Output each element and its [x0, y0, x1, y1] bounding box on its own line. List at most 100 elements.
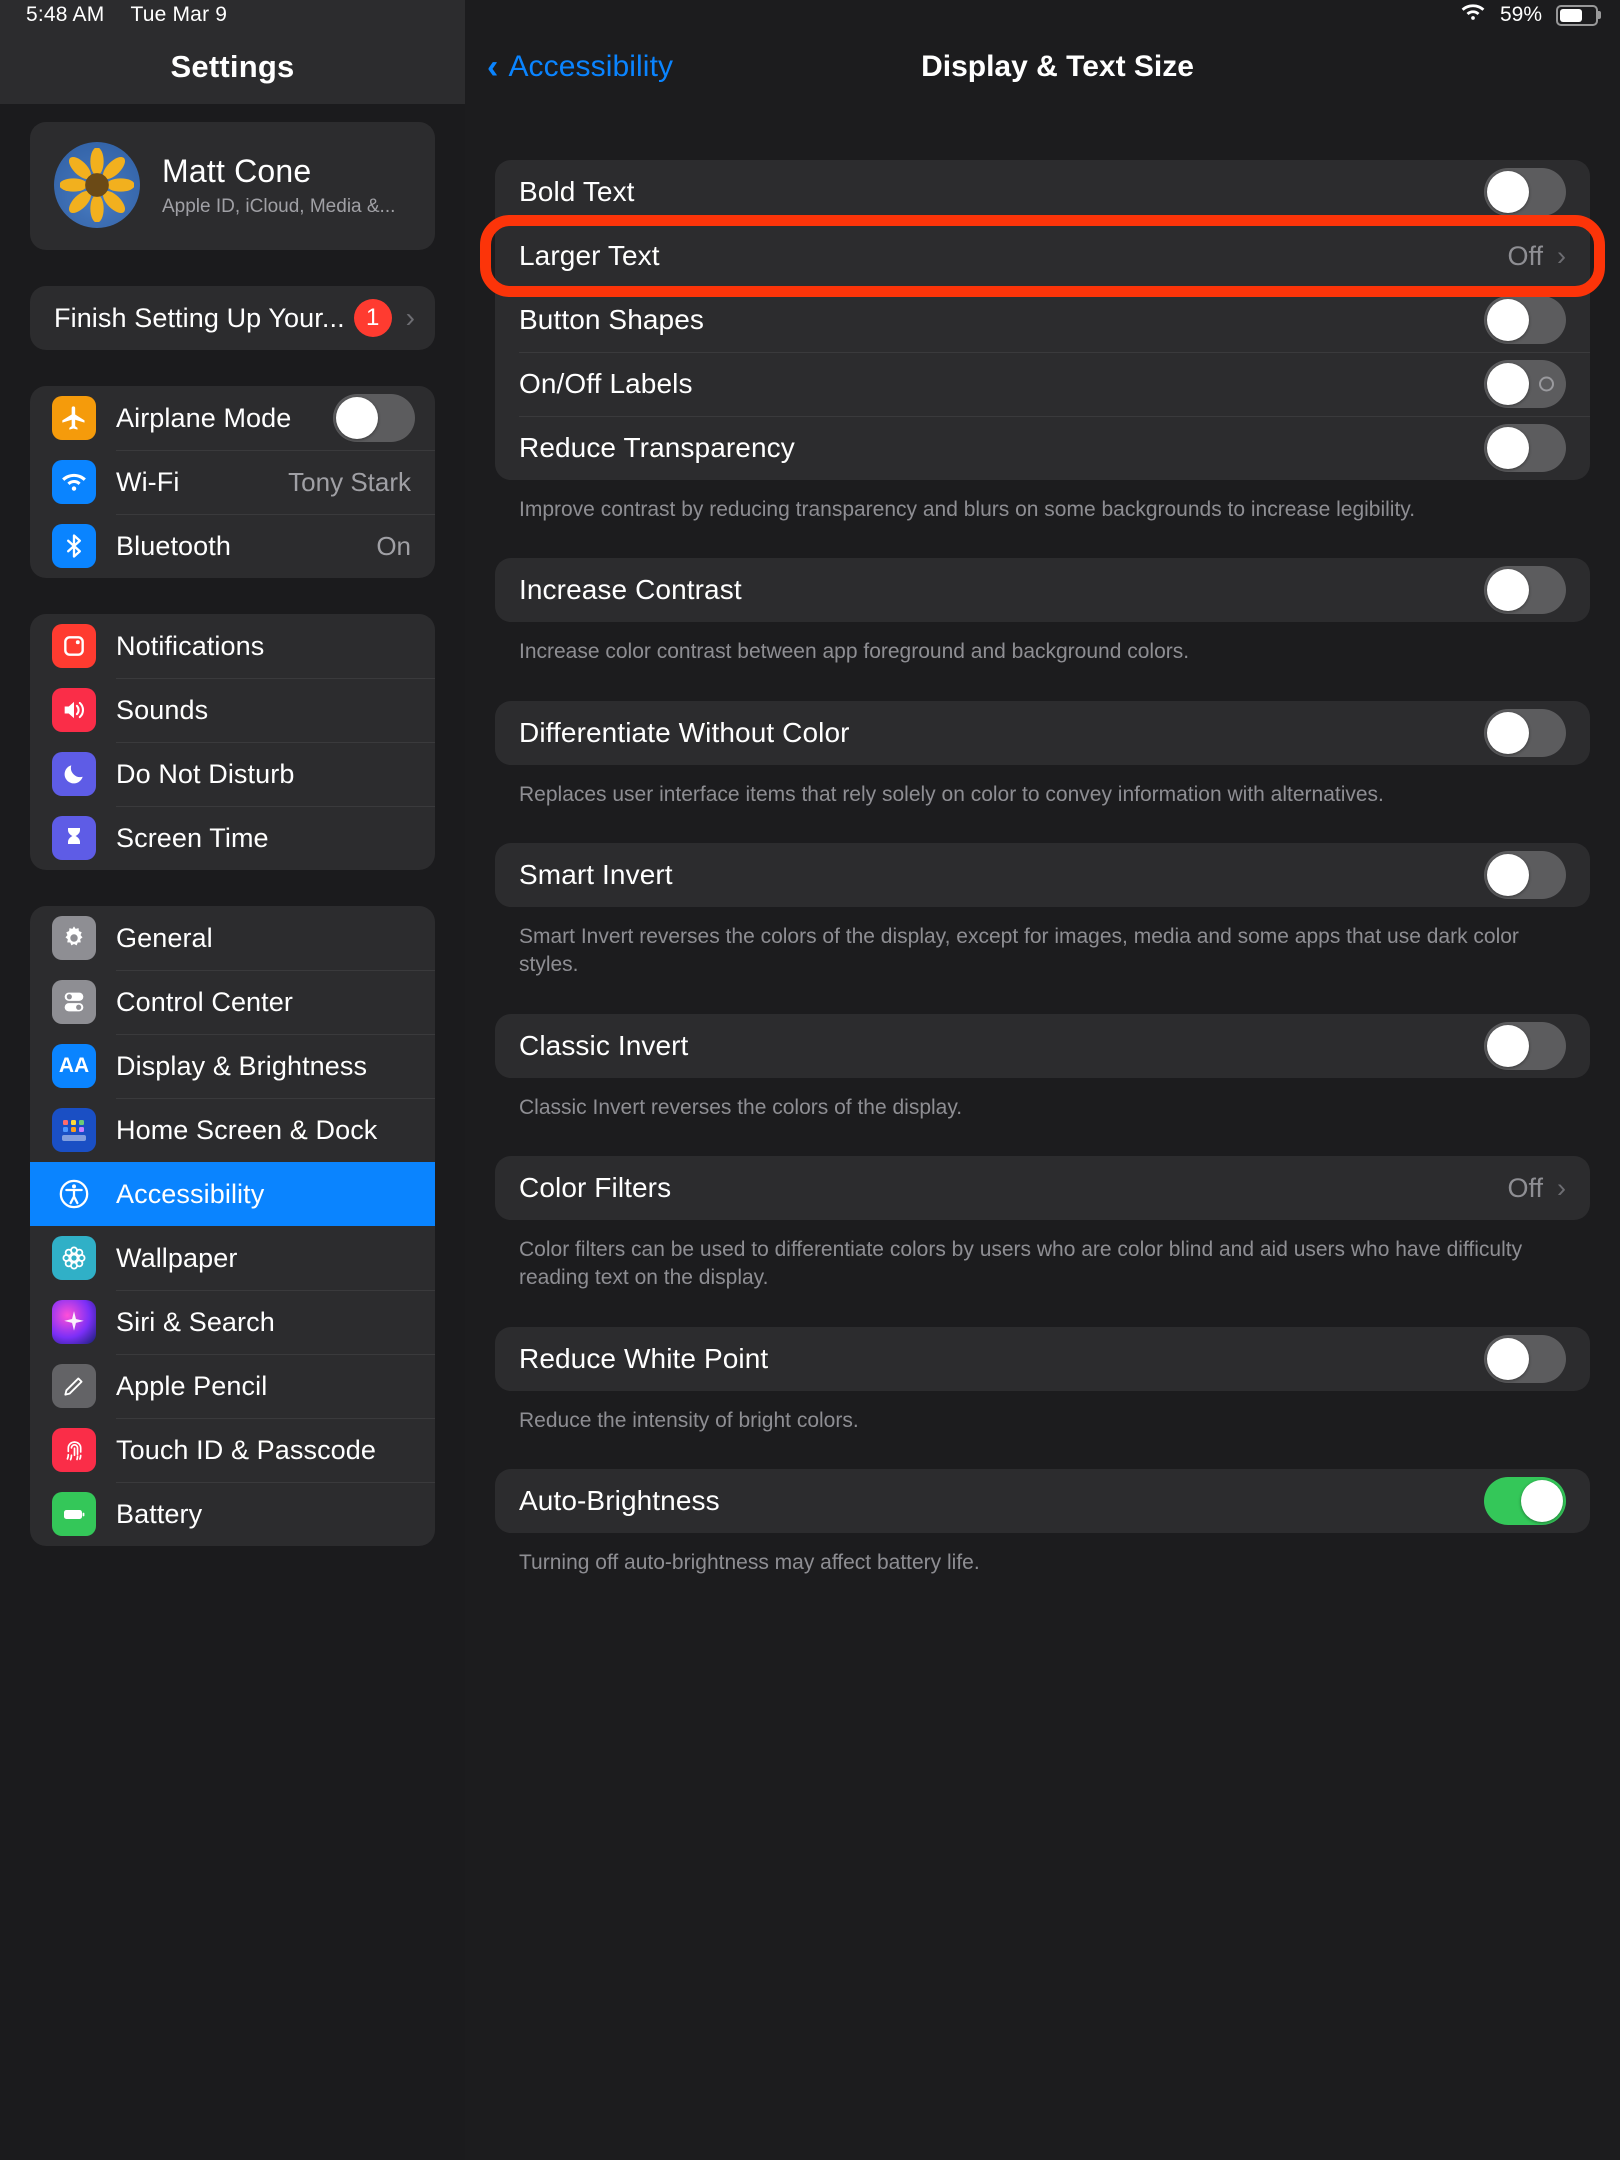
row-label: Reduce White Point — [519, 1342, 769, 1374]
row-label: Bold Text — [519, 176, 635, 207]
row-differentiate-without-color[interactable]: Differentiate Without Color — [495, 701, 1590, 765]
sidebar-item-apple-pencil[interactable]: Apple Pencil — [30, 1354, 435, 1418]
row-auto-brightness[interactable]: Auto-Brightness — [495, 1469, 1590, 1533]
airplane-mode-toggle[interactable] — [333, 394, 415, 442]
battery-icon — [1556, 4, 1598, 26]
sidebar-item-do-not-disturb[interactable]: Do Not Disturb — [30, 742, 435, 806]
sidebar-item-screen-time[interactable]: Screen Time — [30, 806, 435, 870]
increase-contrast-toggle[interactable] — [1484, 566, 1566, 615]
sidebar-item-bluetooth[interactable]: Bluetooth On — [30, 514, 435, 578]
smart-invert-toggle[interactable] — [1484, 851, 1566, 900]
sidebar-item-label: Sounds — [116, 694, 209, 725]
auto-brightness-toggle[interactable] — [1484, 1477, 1566, 1526]
classic-invert-toggle[interactable] — [1484, 1021, 1566, 1070]
footnote: Improve contrast by reducing transparenc… — [519, 498, 1416, 521]
sidebar-item-label: Siri & Search — [116, 1306, 275, 1337]
sidebar-header: Settings — [0, 30, 465, 104]
row-label: Increase Contrast — [519, 574, 742, 606]
row-button-shapes[interactable]: Button Shapes — [495, 288, 1590, 352]
settings-group-reduce-white-point: Reduce White Point — [495, 1326, 1590, 1391]
row-larger-text[interactable]: Larger Text Off › — [495, 224, 1590, 288]
sidebar-item-display-brightness[interactable]: AA Display & Brightness — [30, 1034, 435, 1098]
notifications-icon — [52, 624, 96, 668]
settings-group-auto-brightness: Auto-Brightness — [495, 1469, 1590, 1534]
ipad-settings-screen: 5:48 AM Tue Mar 9 Settings Matt Cone App… — [0, 0, 1620, 2160]
sidebar-group-general: General Control Center AA Display & Brig… — [30, 906, 435, 1546]
account-name: Matt Cone — [162, 152, 312, 189]
hourglass-icon — [52, 816, 96, 860]
bluetooth-state-value: On — [376, 530, 411, 561]
row-color-filters[interactable]: Color Filters Off › — [495, 1156, 1590, 1220]
sidebar-item-wifi[interactable]: Wi-Fi Tony Stark — [30, 450, 435, 514]
row-bold-text[interactable]: Bold Text — [495, 160, 1590, 224]
sidebar-item-sounds[interactable]: Sounds — [30, 678, 435, 742]
chevron-right-icon: › — [405, 302, 415, 333]
sidebar-item-control-center[interactable]: Control Center — [30, 970, 435, 1034]
accessibility-icon — [52, 1172, 96, 1216]
differentiate-without-color-toggle[interactable] — [1484, 708, 1566, 757]
detail-nav-bar: ‹ Accessibility Display & Text Size — [465, 30, 1620, 104]
sidebar-item-label: Screen Time — [116, 822, 269, 853]
sidebar-item-label: Apple Pencil — [116, 1370, 268, 1401]
detail-status-bar: 59% — [465, 0, 1620, 30]
settings-group-smart-invert: Smart Invert — [495, 843, 1590, 908]
bold-text-toggle[interactable] — [1484, 168, 1566, 216]
sidebar-status-bar: 5:48 AM Tue Mar 9 — [0, 0, 465, 30]
page-title: Settings — [170, 49, 295, 84]
row-label: Differentiate Without Color — [519, 716, 850, 748]
row-classic-invert[interactable]: Classic Invert — [495, 1014, 1590, 1078]
row-label: Color Filters — [519, 1172, 672, 1204]
touch-id-icon — [52, 1428, 96, 1472]
detail-body[interactable]: Bold Text Larger Text Off › Button Shape… — [465, 104, 1620, 1611]
status-time: 5:48 AM — [26, 3, 105, 26]
row-reduce-white-point[interactable]: Reduce White Point — [495, 1327, 1590, 1391]
footnote: Turning off auto-brightness may affect b… — [519, 1551, 980, 1575]
finish-setup-card[interactable]: Finish Setting Up Your... 1 › — [30, 286, 435, 350]
settings-group-color-filters: Color Filters Off › — [495, 1156, 1590, 1221]
sidebar-item-home-screen-dock[interactable]: Home Screen & Dock — [30, 1098, 435, 1162]
row-label: Classic Invert — [519, 1029, 689, 1061]
sidebar-item-battery[interactable]: Battery — [30, 1482, 435, 1546]
larger-text-value: Off — [1507, 240, 1543, 271]
wifi-icon — [52, 460, 96, 504]
wallpaper-icon — [52, 1236, 96, 1280]
on-off-labels-toggle[interactable] — [1484, 360, 1566, 408]
sidebar-item-airplane-mode[interactable]: Airplane Mode — [30, 386, 435, 450]
row-label: Reduce Transparency — [519, 432, 795, 463]
row-on-off-labels[interactable]: On/Off Labels — [495, 352, 1590, 416]
avatar — [54, 142, 140, 228]
reduce-white-point-toggle[interactable] — [1484, 1334, 1566, 1383]
sidebar-item-general[interactable]: General — [30, 906, 435, 970]
finish-setup-label: Finish Setting Up Your... — [54, 302, 345, 333]
row-increase-contrast[interactable]: Increase Contrast — [495, 558, 1590, 622]
sidebar-item-wallpaper[interactable]: Wallpaper — [30, 1226, 435, 1290]
sidebar-scroll[interactable]: Matt Cone Apple ID, iCloud, Media &... F… — [0, 104, 465, 1556]
sidebar-item-label: Display & Brightness — [116, 1050, 368, 1081]
battery-icon — [52, 1492, 96, 1536]
sidebar-item-label: Do Not Disturb — [116, 758, 295, 789]
sidebar-item-label: Wi-Fi — [116, 466, 180, 497]
sidebar-item-accessibility[interactable]: Accessibility — [30, 1162, 435, 1226]
row-smart-invert[interactable]: Smart Invert — [495, 843, 1590, 907]
status-badge: 1 — [353, 299, 392, 337]
row-label: On/Off Labels — [519, 368, 693, 399]
sidebar-item-finish-setup[interactable]: Finish Setting Up Your... 1 › — [30, 286, 435, 350]
sidebar-item-touch-id-passcode[interactable]: Touch ID & Passcode — [30, 1418, 435, 1482]
row-label: Auto-Brightness — [519, 1485, 720, 1517]
back-button[interactable]: ‹ Accessibility — [487, 50, 673, 84]
row-reduce-transparency[interactable]: Reduce Transparency — [495, 416, 1590, 480]
account-row[interactable]: Matt Cone Apple ID, iCloud, Media &... — [30, 122, 435, 250]
button-shapes-toggle[interactable] — [1484, 296, 1566, 344]
row-label: Larger Text — [519, 240, 660, 271]
sidebar-item-label: Control Center — [116, 986, 293, 1017]
account-card[interactable]: Matt Cone Apple ID, iCloud, Media &... — [30, 122, 435, 250]
home-screen-icon — [52, 1108, 96, 1152]
sidebar-item-notifications[interactable]: Notifications — [30, 614, 435, 678]
reduce-transparency-toggle[interactable] — [1484, 424, 1566, 472]
sidebar-item-label: Battery — [116, 1498, 203, 1529]
sidebar-item-siri-search[interactable]: Siri & Search — [30, 1290, 435, 1354]
sidebar-item-label: Airplane Mode — [116, 402, 292, 433]
moon-icon — [52, 752, 96, 796]
chevron-right-icon: › — [1557, 1172, 1566, 1203]
display-brightness-icon: AA — [52, 1044, 96, 1088]
